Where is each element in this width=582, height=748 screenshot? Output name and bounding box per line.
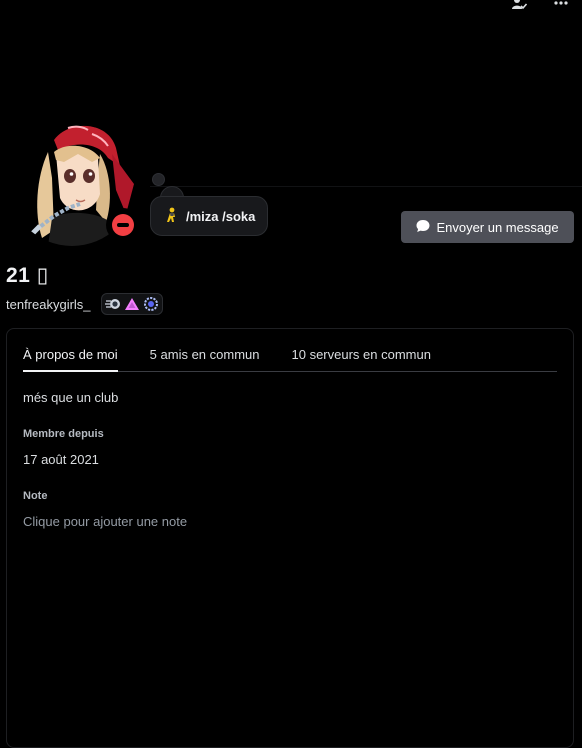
note-input[interactable]: Clique pour ajouter une note <box>23 514 187 529</box>
top-actions <box>510 0 570 12</box>
more-options-icon[interactable] <box>552 0 570 12</box>
member-since-label: Membre depuis <box>23 428 104 440</box>
dnd-icon <box>112 214 134 236</box>
chat-bubble-icon <box>416 219 430 236</box>
status-dnd-indicator <box>106 208 140 242</box>
display-name: 21 ▯ <box>6 264 49 287</box>
walking-person-emoji-icon <box>165 207 179 225</box>
add-friend-check-icon[interactable] <box>510 0 528 12</box>
username-row: tenfreakygirls_ <box>6 293 163 315</box>
send-message-label: Envoyer un message <box>436 219 559 235</box>
status-bubble-dot-small <box>152 173 165 186</box>
profile-tabs: À propos de moi 5 amis en commun 10 serv… <box>23 347 557 372</box>
tab-mutual-servers[interactable]: 10 serveurs en commun <box>292 347 431 371</box>
banner-divider <box>150 186 582 187</box>
hypesquad-brilliance-badge-icon[interactable] <box>124 296 140 312</box>
note-label: Note <box>23 490 48 502</box>
send-message-button[interactable]: Envoyer un message <box>401 211 574 243</box>
username[interactable]: tenfreakygirls_ <box>6 297 91 312</box>
profile-info-panel: À propos de moi 5 amis en commun 10 serv… <box>6 328 574 748</box>
badge-list <box>100 293 163 315</box>
tab-mutual-friends[interactable]: 5 amis en commun <box>150 347 260 371</box>
avatar-container[interactable] <box>8 118 140 246</box>
server-boost-badge-icon[interactable] <box>143 296 159 312</box>
tab-about-me[interactable]: À propos de moi <box>23 347 118 372</box>
custom-status-text: /miza /soka <box>186 208 256 224</box>
nitro-speed-badge-icon[interactable] <box>104 296 121 312</box>
bio-text: més que un club <box>23 390 119 405</box>
custom-status-bubble: /miza /soka <box>150 196 269 236</box>
member-since-value: 17 août 2021 <box>23 452 99 467</box>
